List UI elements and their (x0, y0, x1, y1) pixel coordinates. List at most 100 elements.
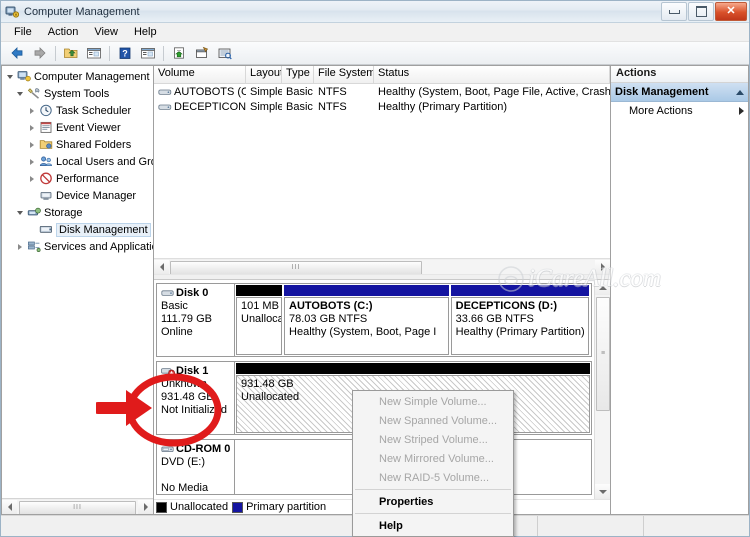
tree-item-label: Event Viewer (56, 121, 121, 134)
disk-0-title-row: Disk 0 (161, 287, 230, 300)
menu-new-simple-volume[interactable]: New Simple Volume... (353, 392, 513, 411)
menu-new-mirrored-volume[interactable]: New Mirrored Volume... (353, 449, 513, 468)
menu-new-raid5-volume[interactable]: New RAID-5 Volume... (353, 468, 513, 487)
tree-item-label: Shared Folders (56, 138, 132, 151)
twisty-open-icon[interactable] (4, 71, 16, 83)
tree-item-task-scheduler[interactable]: Task Scheduler (2, 102, 153, 119)
tree-horizontal-scrollbar[interactable]: III (2, 498, 153, 514)
back-button[interactable] (6, 43, 28, 64)
scroll-left-button[interactable] (2, 499, 17, 514)
column-header-status[interactable]: Status (374, 66, 610, 83)
column-header-volume[interactable]: Volume (154, 66, 246, 83)
properties-list-button[interactable] (137, 43, 159, 64)
tree-item-services-and-applications[interactable]: Services and Applications (2, 238, 153, 255)
twisty-closed-icon[interactable] (26, 105, 38, 117)
menu-file[interactable]: File (6, 25, 40, 39)
performance-icon (38, 172, 53, 186)
partition-unallocated-101mb[interactable]: 101 MB Unallocate (236, 297, 283, 355)
twisty-closed-icon[interactable] (26, 139, 38, 151)
forward-button[interactable] (29, 43, 51, 64)
close-button[interactable]: ✕ (715, 2, 747, 21)
twisty-open-icon[interactable] (14, 88, 26, 100)
rescan-disks-icon (218, 48, 232, 60)
bar-segment-primary-d (450, 285, 589, 296)
table-row[interactable]: AUTOBOTS (C:) Simple Basic NTFS Healthy … (154, 84, 610, 99)
column-header-type[interactable]: Type (282, 66, 314, 83)
volume-list-header: Volume Layout Type File System Status (154, 66, 610, 84)
scroll-left-button[interactable] (154, 259, 169, 274)
column-header-layout[interactable]: Layout (246, 66, 282, 83)
toolbar-separator (109, 45, 110, 61)
maximize-icon (695, 6, 707, 17)
scroll-down-button[interactable] (595, 484, 610, 499)
scroll-track[interactable]: III (17, 499, 138, 514)
tree-item-storage[interactable]: Storage (2, 204, 153, 221)
cell-file-system: NTFS (318, 100, 347, 113)
rescan-disks-button[interactable] (214, 43, 236, 64)
tree-item-device-manager[interactable]: Device Manager (2, 187, 153, 204)
tree-item-label: Storage (44, 206, 83, 219)
twisty-closed-icon[interactable] (26, 122, 38, 134)
scroll-up-button[interactable] (595, 280, 610, 295)
menu-new-spanned-volume[interactable]: New Spanned Volume... (353, 411, 513, 430)
tree-item-shared-folders[interactable]: Shared Folders (2, 136, 153, 153)
disk-1-info[interactable]: Disk 1 Unknown 931.48 GB Not Initialized (157, 362, 235, 434)
tree-item-system-tools[interactable]: System Tools (2, 85, 153, 102)
menu-new-striped-volume[interactable]: New Striped Volume... (353, 430, 513, 449)
twisty-closed-icon[interactable] (26, 156, 38, 168)
help-button[interactable]: ? (114, 43, 136, 64)
scroll-thumb[interactable]: III (19, 500, 136, 514)
disk-0-state: Online (161, 326, 193, 338)
cdrom-0-info[interactable]: CD-ROM 0 DVD (E:) No Media (157, 440, 235, 494)
disk-0-block[interactable]: Disk 0 Basic 111.79 GB Online 101 MB Una… (156, 283, 592, 357)
scroll-track[interactable]: ≡ (595, 295, 610, 484)
table-row[interactable]: DECEPTICONS (D:) Simple Basic NTFS Healt… (154, 99, 610, 114)
menu-view[interactable]: View (86, 25, 126, 39)
scroll-thumb[interactable]: ≡ (596, 297, 610, 411)
partition-decepticons-d[interactable]: DECEPTICONS (D:) 33.66 GB NTFS Healthy (… (450, 297, 589, 355)
maximize-button[interactable] (688, 2, 714, 21)
twisty-open-icon[interactable] (14, 207, 26, 219)
action-more-actions[interactable]: More Actions (611, 102, 748, 120)
menu-properties[interactable]: Properties (353, 492, 513, 511)
volume-list-horizontal-scrollbar[interactable]: III (154, 258, 610, 274)
scroll-track[interactable]: III (169, 259, 595, 274)
twisty-closed-icon[interactable] (26, 173, 38, 185)
menu-action[interactable]: Action (40, 25, 87, 39)
actions-pane-header: Actions (611, 66, 748, 83)
console-tree-pane: Computer Management (Local System Tools (1, 65, 153, 515)
cell-text: DECEPTICONS (D:) (174, 100, 246, 113)
show-hide-console-tree-button[interactable] (83, 43, 105, 64)
event-viewer-icon (38, 121, 53, 135)
refresh-button[interactable] (168, 43, 190, 64)
properties-button[interactable] (191, 43, 213, 64)
disk-0-info[interactable]: Disk 0 Basic 111.79 GB Online (157, 284, 235, 356)
tree-item-disk-management[interactable]: Disk Management (2, 221, 153, 238)
partition-autobots-c[interactable]: AUTOBOTS (C:) 78.03 GB NTFS Healthy (Sys… (284, 297, 449, 355)
actions-group-disk-management[interactable]: Disk Management (611, 83, 748, 102)
tree-item-local-users-and-groups[interactable]: Local Users and Groups (2, 153, 153, 170)
legend-label: Primary partition (246, 501, 327, 513)
graphical-view-vertical-scrollbar[interactable]: ≡ (594, 280, 610, 499)
toolbar: ? (1, 42, 749, 65)
chevron-up-icon[interactable] (736, 89, 744, 95)
scroll-thumb[interactable]: III (170, 260, 422, 274)
scroll-right-button[interactable] (595, 259, 610, 274)
question-mark-icon: ? (119, 47, 131, 59)
menu-separator (355, 489, 511, 490)
disk-warning-icon (161, 366, 176, 378)
minimize-button[interactable] (661, 2, 687, 21)
tree-item-event-viewer[interactable]: Event Viewer (2, 119, 153, 136)
refresh-page-icon (174, 47, 184, 59)
twisty-closed-icon[interactable] (14, 241, 26, 253)
column-header-file-system[interactable]: File System (314, 66, 374, 83)
menu-help[interactable]: Help (126, 25, 165, 39)
up-folder-button[interactable] (60, 43, 82, 64)
tree-item-label: Performance (56, 172, 119, 185)
window-title: Computer Management (24, 5, 140, 18)
tree-item-performance[interactable]: Performance (2, 170, 153, 187)
scroll-right-button[interactable] (138, 499, 153, 514)
tree-item-computer-management[interactable]: Computer Management (Local (2, 68, 153, 85)
menu-help-item[interactable]: Help (353, 516, 513, 535)
chevron-right-icon (739, 107, 744, 115)
